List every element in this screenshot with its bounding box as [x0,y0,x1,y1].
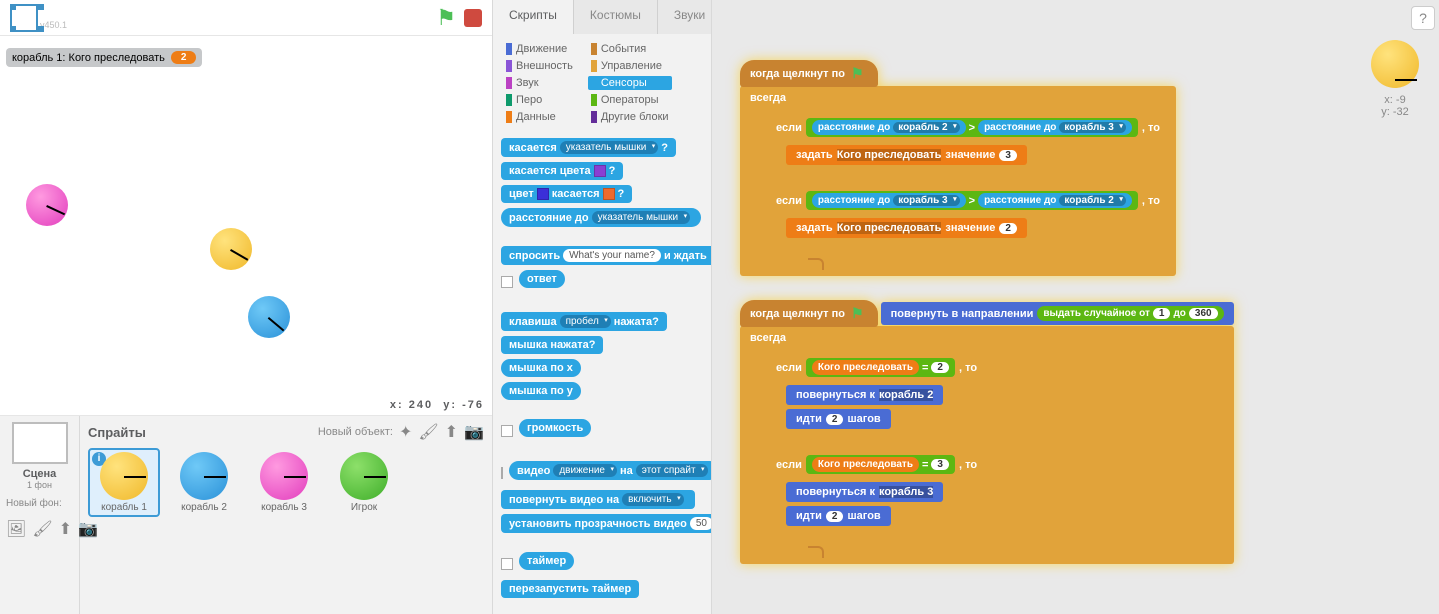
sprite-ship1[interactable] [210,228,252,270]
block-if-4[interactable]: если Кого преследовать = 3 , то повернут… [766,449,987,542]
block-mouse-x[interactable]: мышка по x [501,359,581,377]
sprite-paint-icon[interactable]: 🖌 [418,422,438,442]
block-color-touching[interactable]: цветкасается? [501,185,632,203]
sprite-ship3[interactable] [26,184,68,226]
cond-eq[interactable]: Кого преследовать = 3 [806,455,955,474]
video-checkbox[interactable] [501,467,503,479]
timer-checkbox[interactable] [501,558,513,570]
category-Данные[interactable]: Данные [503,110,576,124]
sprite-item-player[interactable]: Игрок [328,448,400,517]
block-touching[interactable]: касаетсяуказатель мышки? [501,138,676,157]
editor-tabs: Скрипты Костюмы Звуки [493,0,711,34]
block-point-towards[interactable]: повернуться ккорабль 2 [786,385,943,405]
category-Другие блоки[interactable]: Другие блоки [588,110,672,124]
new-backdrop-label: Новый фон: [0,490,79,517]
scene-label: Сцена [0,468,79,480]
sprite-item-ship2[interactable]: корабль 2 [168,448,240,517]
fullscreen-icon[interactable] [10,4,38,32]
stop-icon[interactable] [464,9,482,27]
monitor-value: 2 [171,51,197,64]
backdrop-paint-icon[interactable]: 🖌 [32,519,52,539]
block-mouse-down[interactable]: мышка нажата? [501,336,603,354]
block-move-steps[interactable]: идти2шагов [786,506,891,526]
reporter-distance[interactable]: расстояние докорабль 3 [812,193,966,208]
category-Управление[interactable]: Управление [588,59,672,73]
cond-gt[interactable]: расстояние докорабль 2 > расстояние доко… [806,118,1138,137]
scripts-canvas[interactable]: ? x: -9 y: -32 когда щелкнут по⚑ всегда … [712,0,1439,614]
block-forever[interactable]: всегда если расстояние докорабль 2 > рас… [740,86,1176,276]
block-timer[interactable]: таймер [519,552,574,570]
tab-costumes[interactable]: Костюмы [574,0,658,34]
sprite-library-icon[interactable]: ✦ [399,422,412,442]
block-if-2[interactable]: если расстояние докорабль 3 > расстояние… [766,185,1170,254]
new-sprite-label: Новый объект: [318,426,393,438]
category-Внешность[interactable]: Внешность [503,59,576,73]
reporter-distance[interactable]: расстояние докорабль 2 [812,120,966,135]
category-Перо[interactable]: Перо [503,93,576,107]
script-2[interactable]: когда щелкнут по⚑ повернуть в направлени… [740,300,1234,564]
sprite-info-panel: x: -9 y: -32 [1371,40,1419,118]
stage-coords: x: 240 y: -76 [390,399,484,411]
block-if-3[interactable]: если Кого преследовать = 2 , то повернут… [766,352,987,445]
hat-green-flag[interactable]: когда щелкнут по⚑ [740,300,878,327]
category-Операторы[interactable]: Операторы [588,93,672,107]
category-Движение[interactable]: Движение [503,42,576,56]
sprite-item-ship3[interactable]: корабль 3 [248,448,320,517]
block-reset-timer[interactable]: перезапустить таймер [501,580,639,598]
sprites-title: Спрайты [88,425,146,440]
block-key-pressed[interactable]: клавишапробелнажата? [501,312,667,331]
version-label: v450.1 [40,20,67,30]
reporter-random[interactable]: выдать случайное от1до360 [1037,306,1223,321]
block-point-towards[interactable]: повернуться ккорабль 3 [786,482,943,502]
block-loudness[interactable]: громкость [519,419,591,437]
block-answer[interactable]: ответ [519,270,565,288]
cond-eq[interactable]: Кого преследовать = 2 [806,358,955,377]
category-Сенсоры[interactable]: Сенсоры [588,76,672,90]
green-flag-icon[interactable]: ⚑ [436,5,456,31]
block-distance-to[interactable]: расстояние доуказатель мышки [501,208,701,227]
variable-monitor[interactable]: корабль 1: Кого преследовать 2 [6,48,202,67]
scene-backdrop-count: 1 фон [0,480,79,490]
block-point-direction[interactable]: повернуть в направлении выдать случайное… [881,302,1234,325]
block-palette[interactable]: касаетсяуказатель мышки? касается цвета?… [493,130,711,614]
sprite-ship2[interactable] [248,296,290,338]
block-forever[interactable]: всегда если Кого преследовать = 2 , то [740,326,1234,564]
block-categories: Движение Внешность Звук Перо Данные События У… [493,34,711,130]
sprite-list: корабль 1 корабль 2 корабль 3 Игрок [88,448,484,517]
stage-header: v450.1 ⚑ [0,0,492,36]
block-set-variable[interactable]: задатьКого преследоватьзначение3 [786,145,1027,165]
block-touching-color[interactable]: касается цвета? [501,162,623,180]
block-set-video-transparency[interactable]: установить прозрачность видео50 [501,514,711,533]
block-move-steps[interactable]: идти2шагов [786,409,891,429]
reporter-distance[interactable]: расстояние докорабль 3 [978,120,1132,135]
tab-scripts[interactable]: Скрипты [493,0,574,34]
block-set-variable[interactable]: задатьКого преследоватьзначение2 [786,218,1027,238]
block-ask[interactable]: спроситьWhat's your name?и ждать [501,246,711,265]
stage-thumbnail[interactable] [12,422,68,464]
loudness-checkbox[interactable] [501,425,513,437]
block-mouse-y[interactable]: мышка по y [501,382,581,400]
script-1[interactable]: когда щелкнут по⚑ всегда если расстояние… [740,60,1176,276]
sprite-camera-icon[interactable]: 📷 [464,422,484,442]
backdrop-library-icon[interactable]: 🖼 [6,519,26,539]
block-turn-video[interactable]: повернуть видео навключить [501,490,695,509]
stage-canvas[interactable]: корабль 1: Кого преследовать 2 x: 240 y:… [0,36,492,416]
hat-green-flag[interactable]: когда щелкнут по⚑ [740,60,878,87]
category-Звук[interactable]: Звук [503,76,576,90]
reporter-variable[interactable]: Кого преследовать [812,457,919,472]
sprite-item-ship1[interactable]: корабль 1 [88,448,160,517]
reporter-distance[interactable]: расстояние докорабль 2 [978,193,1132,208]
reporter-variable[interactable]: Кого преследовать [812,360,919,375]
backdrop-upload-icon[interactable]: ⬆ [59,519,72,539]
block-if-1[interactable]: если расстояние докорабль 2 > расстояние… [766,112,1170,181]
category-События[interactable]: События [588,42,672,56]
help-icon[interactable]: ? [1411,6,1435,30]
cond-gt[interactable]: расстояние докорабль 3 > расстояние доко… [806,191,1138,210]
answer-checkbox[interactable] [501,276,513,288]
block-video[interactable]: видеодвижениенаэтот спрайт [509,461,711,480]
monitor-label: корабль 1: Кого преследовать [12,52,165,64]
sprite-upload-icon[interactable]: ⬆ [445,422,458,442]
